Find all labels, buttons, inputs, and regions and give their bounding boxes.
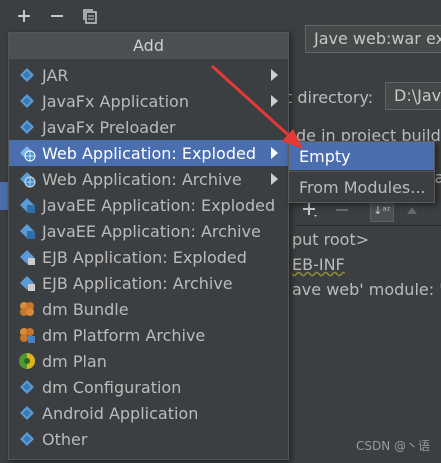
web-exploded-submenu: Empty From Modules... xyxy=(288,141,435,203)
submenu-item-empty[interactable]: Empty xyxy=(289,142,434,170)
menu-item-jar[interactable]: JAR xyxy=(9,62,288,88)
add-popup: Add JAR JavaFx Application JavaFx Preloa… xyxy=(8,32,289,460)
menu-item-dm-bundle[interactable]: dm Bundle xyxy=(9,296,288,322)
submenu-arrow-icon xyxy=(271,173,278,185)
ejb-icon xyxy=(18,274,36,292)
dm-platform-icon xyxy=(18,326,36,344)
copy-icon xyxy=(83,9,97,24)
submenu-separator xyxy=(289,171,434,172)
watermark: CSDN @丶语 xyxy=(356,439,431,453)
menu-item-label: EJB Application: Exploded xyxy=(42,247,247,267)
menu-item-label: JavaEE Application: Exploded xyxy=(42,195,276,215)
menu-item-label: Other xyxy=(42,429,88,449)
javaee-icon xyxy=(18,222,36,240)
menu-item-javafx-application[interactable]: JavaFx Application xyxy=(9,88,288,114)
output-directory-field[interactable]: D:\Jav xyxy=(385,82,441,110)
sort-az-icon: ↓ᵃᶻ xyxy=(373,203,391,217)
output-root-node[interactable]: put root> xyxy=(292,230,369,249)
menu-item-label: JavaEE Application: Archive xyxy=(42,221,261,241)
menu-item-dm-platform-archive[interactable]: dm Platform Archive xyxy=(9,322,288,348)
submenu-arrow-icon xyxy=(271,147,278,159)
menu-item-javaee-application-archive[interactable]: JavaEE Application: Archive xyxy=(9,218,288,244)
minus-icon xyxy=(336,209,348,211)
left-gutter xyxy=(0,30,8,463)
menu-item-dm-configuration[interactable]: dm Configuration xyxy=(9,374,288,400)
artifact-name-field[interactable]: Jave web:war exp xyxy=(305,25,441,53)
copy-button[interactable] xyxy=(78,4,102,28)
javaee-icon xyxy=(18,196,36,214)
menu-item-web-application-archive[interactable]: Web Application: Archive xyxy=(9,166,288,192)
submenu-arrow-icon xyxy=(271,69,278,81)
menu-item-label: Android Application xyxy=(42,403,199,423)
submenu-arrow-icon xyxy=(271,95,278,107)
menu-item-label: dm Plan xyxy=(42,351,107,371)
menu-item-label: Web Application: Archive xyxy=(42,169,242,189)
submenu-item-from-modules[interactable]: From Modules... xyxy=(289,173,434,201)
output-directory-label: t directory: xyxy=(286,88,374,107)
module-node[interactable]: ave web' module: 'W xyxy=(292,280,441,299)
dm-bundle-icon xyxy=(18,300,36,318)
menu-item-ejb-application-exploded[interactable]: EJB Application: Exploded xyxy=(9,244,288,270)
menu-item-android-application[interactable]: Android Application xyxy=(9,400,288,426)
menu-item-label: JavaFx Application xyxy=(42,91,189,111)
web-inf-node[interactable]: EB-INF xyxy=(292,255,345,274)
menu-item-web-application-exploded[interactable]: Web Application: Exploded xyxy=(9,140,288,166)
plus-icon xyxy=(18,10,30,22)
other-icon xyxy=(18,430,36,448)
menu-item-label: JAR xyxy=(42,65,69,85)
menu-item-javaee-application-exploded[interactable]: JavaEE Application: Exploded xyxy=(9,192,288,218)
menu-item-label: dm Bundle xyxy=(42,299,129,319)
minus-icon xyxy=(51,15,63,17)
add-button[interactable] xyxy=(12,4,36,28)
web-module-icon xyxy=(18,144,36,162)
menu-item-other[interactable]: Other xyxy=(9,426,288,452)
menu-item-ejb-application-archive[interactable]: EJB Application: Archive xyxy=(9,270,288,296)
layout-separator xyxy=(296,225,441,226)
jar-icon xyxy=(18,66,36,84)
menu-item-label: Web Application: Exploded xyxy=(42,143,256,163)
menu-item-label: dm Platform Archive xyxy=(42,325,206,345)
artifact-list-selection xyxy=(0,182,8,210)
menu-item-dm-plan[interactable]: dm Plan xyxy=(9,348,288,374)
menu-item-label: JavaFx Preloader xyxy=(42,117,176,137)
menu-item-label: dm Configuration xyxy=(42,377,182,397)
plus-icon xyxy=(303,203,317,217)
dm-plan-icon xyxy=(18,352,36,370)
popup-title: Add xyxy=(9,33,288,59)
web-module-icon xyxy=(18,170,36,188)
menu-item-label: EJB Application: Archive xyxy=(42,273,233,293)
dm-config-icon xyxy=(18,378,36,396)
menu-item-javafx-preloader[interactable]: JavaFx Preloader xyxy=(9,114,288,140)
remove-button[interactable] xyxy=(45,4,69,28)
javafx-icon xyxy=(18,118,36,136)
ejb-icon xyxy=(18,248,36,266)
javafx-icon xyxy=(18,92,36,110)
triangle-up-icon xyxy=(407,207,417,214)
android-icon xyxy=(18,404,36,422)
